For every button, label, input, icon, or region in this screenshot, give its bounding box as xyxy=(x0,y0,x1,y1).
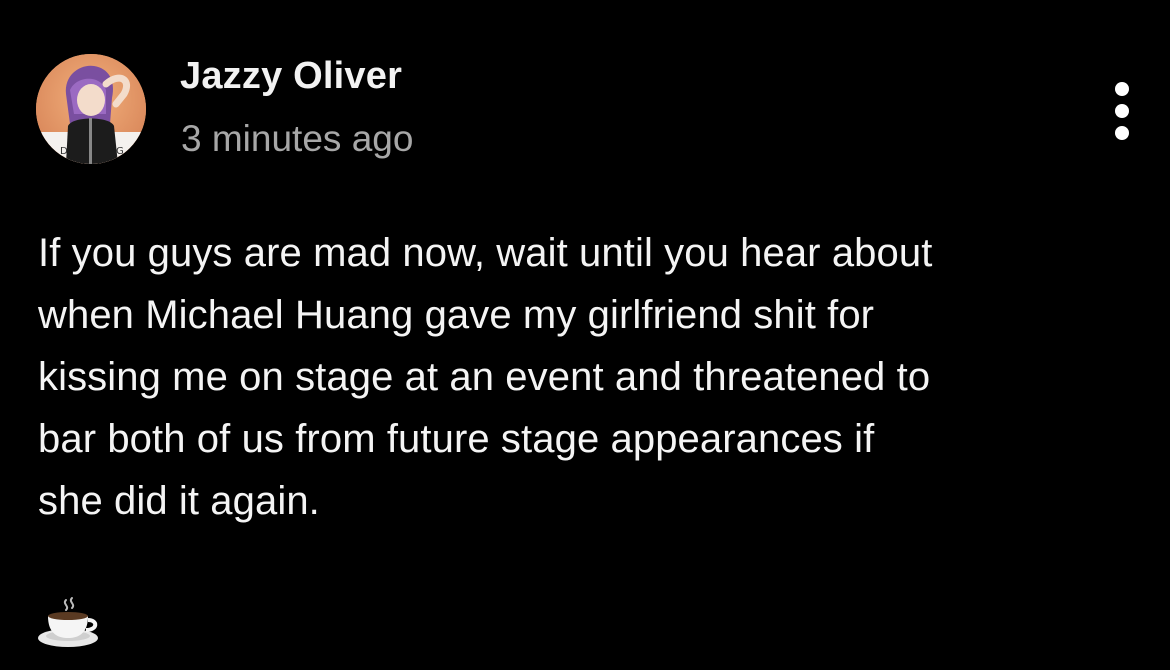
vertical-ellipsis-icon xyxy=(1115,104,1129,118)
comment-line: when Michael Huang gave my girlfriend sh… xyxy=(38,293,875,337)
author-name[interactable]: Jazzy Oliver xyxy=(180,55,402,98)
vertical-ellipsis-icon xyxy=(1115,82,1129,96)
comment-card: D G Jazzy Oliver 3 minutes ago If you gu… xyxy=(0,0,1170,670)
svg-text:G: G xyxy=(116,146,124,157)
comment-line: If you guys are mad now, wait until you … xyxy=(38,231,933,275)
comment-body: If you guys are mad now, wait until you … xyxy=(38,222,1133,532)
avatar[interactable]: D G xyxy=(36,54,146,164)
comment-line: kissing me on stage at an event and thre… xyxy=(38,355,931,399)
coffee-cup-icon xyxy=(36,596,102,650)
more-options-button[interactable] xyxy=(1102,76,1142,146)
timestamp: 3 minutes ago xyxy=(181,118,414,159)
comment-line: she did it again. xyxy=(38,479,320,523)
comment-line: bar both of us from future stage appeara… xyxy=(38,417,875,461)
svg-text:D: D xyxy=(60,146,68,157)
avatar-image: D G xyxy=(36,54,146,164)
vertical-ellipsis-icon xyxy=(1115,126,1129,140)
